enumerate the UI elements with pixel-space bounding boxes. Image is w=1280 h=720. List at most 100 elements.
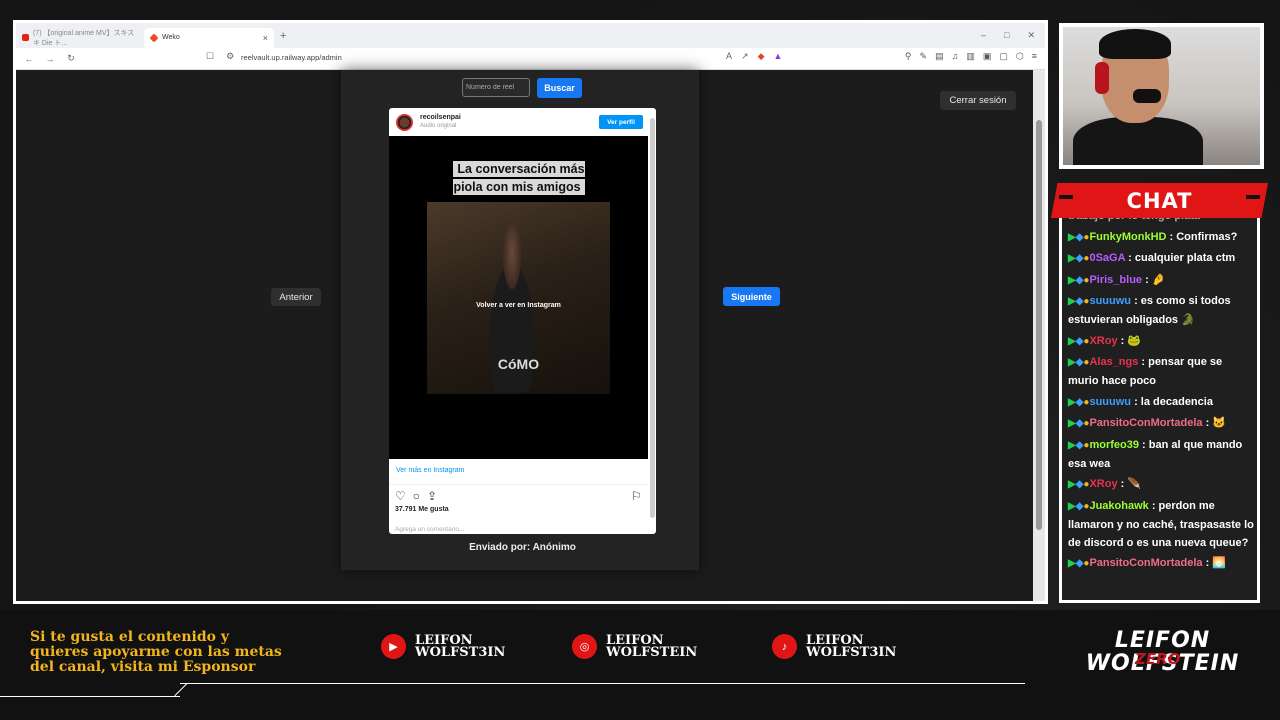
chat-text: 🐸 [1127,334,1142,347]
pin-icon[interactable]: ⚲ [905,51,912,62]
bottom-overlay: Si te gusta el contenido y quieres apoya… [0,610,1280,720]
instagram-embed: recoilsenpai Audio original Ver perfil L… [389,108,656,534]
chat-username[interactable]: XRoy [1089,335,1117,347]
divider-line [0,696,180,697]
social-instagram: ◎ LEIFON WOLFSTEIN [572,634,697,659]
audio-label[interactable]: Audio original [420,122,461,131]
share-icon[interactable]: ⇪ [427,489,437,503]
comment-input[interactable]: Agrega un comentario... [395,526,464,533]
chat-message: ▶◆● XRoy : 🪶 [1068,475,1254,494]
view-profile-button[interactable]: Ver perfil [599,115,643,129]
badge-icons: ▶◆● [1068,500,1090,512]
chat-username[interactable]: PansitoConMortadela [1089,557,1202,569]
minimize-icon[interactable]: – [981,30,986,41]
webcam-frame [1059,23,1264,169]
wallet-icon[interactable]: ▢ [999,51,1008,62]
close-window-icon[interactable]: ✕ [1027,30,1035,41]
chat-message: ▶◆● PansitoConMortadela : 🌅 [1068,554,1254,573]
panel-icon[interactable]: ▥ [966,51,975,62]
chat-text: 🌅 [1212,557,1227,569]
sponsor-promo: Si te gusta el contenido y quieres apoya… [30,629,282,675]
badge-icons: ▶◆● [1068,357,1090,368]
chat-username[interactable]: Juakohawk [1089,500,1148,512]
chat-username[interactable]: Piris_blue [1089,274,1142,286]
site-info-icon[interactable]: ⚙ [226,51,234,62]
next-button[interactable]: Siguiente [723,287,780,306]
weko-favicon-icon [149,32,159,43]
save-icon[interactable]: ⚐ [631,489,642,503]
chat-username[interactable]: FunkyMonkHD [1089,231,1166,243]
chat-message-list: trabajo por lo tengo plata ▶◆● FunkyMonk… [1068,210,1254,576]
badge-icons: ▶◆● [1068,479,1090,490]
chat-header: CHAT [1051,183,1268,218]
badge-icons: ▶◆● [1068,253,1090,264]
badge-icons: ▶◆● [1068,335,1090,347]
tab-bar: (7) 【original anime MV】スキスキ Die ト... Wek… [16,23,1045,48]
url-text[interactable]: reelvault.up.railway.app/admin [241,53,342,62]
sender-label: Enviado por: Anónimo [469,542,576,553]
chat-text: cualquier plata ctm [1134,252,1236,264]
chat-username[interactable]: PansitoConMortadela [1089,417,1202,429]
admin-page: Buscar Cerrar sesión Anterior Siguiente … [16,70,1045,601]
share-icon[interactable]: ↗ [741,51,749,62]
channel-logo: LEIFON WOLFSTEIN ZERO [1085,628,1240,690]
chat-text: 🐱 [1212,417,1227,429]
sidebar-icon[interactable]: ▤ [935,51,944,62]
menu-icon[interactable]: ≡ [1032,51,1037,62]
extensions-icon[interactable]: ✎ [920,51,928,62]
maximize-icon[interactable]: □ [1004,30,1009,41]
bookmark-icon[interactable]: ☐ [206,51,214,62]
tab-title: Weko [162,34,180,41]
translate-icon[interactable]: A [726,51,732,62]
vpn-icon[interactable]: ⬡ [1016,51,1024,62]
reel-number-input[interactable] [462,78,530,97]
like-icon[interactable]: ♡ [395,489,406,503]
video-thumbnail[interactable]: Volver a ver en Instagram CóMO [427,202,610,394]
chat-message: ▶◆● Alas_ngs : pensar que se murio hace … [1068,356,1223,387]
overlay-subtitle: CóMO [497,356,540,372]
chat-username[interactable]: XRoy [1089,478,1117,490]
page-scrollbar[interactable] [1033,70,1045,601]
screenshot-icon[interactable]: ▣ [983,51,992,62]
close-tab-icon[interactable]: × [263,33,268,43]
browser-window: (7) 【original anime MV】スキスキ Die ト... Wek… [13,20,1048,604]
instagram-icon: ◎ [572,634,597,659]
search-button[interactable]: Buscar [537,78,582,98]
chat-username[interactable]: Alas_ngs [1089,356,1138,368]
social-youtube: ▶ LEIFON WOLFST3IN [381,634,505,659]
brave-shield-icon[interactable]: ◆ [758,51,765,62]
forward-icon[interactable]: → [42,54,58,64]
streamer-hair [1099,29,1171,59]
new-tab-button[interactable]: + [280,30,286,42]
tab-weko[interactable]: Weko × [144,27,274,48]
reel-media[interactable]: La conversación más piola con mis amigos… [389,136,648,459]
chat-message: ▶◆● 0SaGA : cualquier plata ctm [1068,249,1254,268]
social-line2: WOLFST3IN [415,644,506,660]
back-icon[interactable]: ← [21,54,37,64]
streamer-body [1073,117,1203,165]
chat-header-bar-right [1246,195,1260,199]
music-icon[interactable]: ♫ [952,51,959,62]
youtube-favicon-icon [22,34,29,41]
headset-icon [1095,62,1109,94]
chat-title: CHAT [1126,188,1193,213]
previous-button[interactable]: Anterior [271,288,321,306]
scroll-thumb[interactable] [1036,120,1042,530]
embed-header: recoilsenpai Audio original Ver perfil [389,108,656,136]
webcam-feed [1063,27,1260,165]
username[interactable]: recoilsenpai [420,113,461,122]
avatar[interactable] [396,113,413,131]
see-more-link[interactable]: Ver más en Instagram [396,467,464,474]
tab-youtube[interactable]: (7) 【original anime MV】スキスキ Die ト... [16,28,144,48]
stream-layout: (7) 【original anime MV】スキスキ Die ト... Wek… [0,0,1280,720]
chat-username[interactable]: suuuwu [1089,396,1131,408]
comment-icon[interactable]: ○ [413,489,420,503]
chat-username[interactable]: suuuwu [1089,295,1131,307]
logout-button[interactable]: Cerrar sesión [940,91,1016,110]
chat-username[interactable]: 0SaGA [1089,252,1125,264]
embed-scrollbar[interactable] [650,118,655,518]
brave-rewards-icon[interactable]: ▲ [773,51,782,62]
replay-link[interactable]: Volver a ver en Instagram [427,302,610,309]
chat-username[interactable]: morfeo39 [1089,439,1139,451]
reload-icon[interactable]: ↻ [63,53,79,64]
